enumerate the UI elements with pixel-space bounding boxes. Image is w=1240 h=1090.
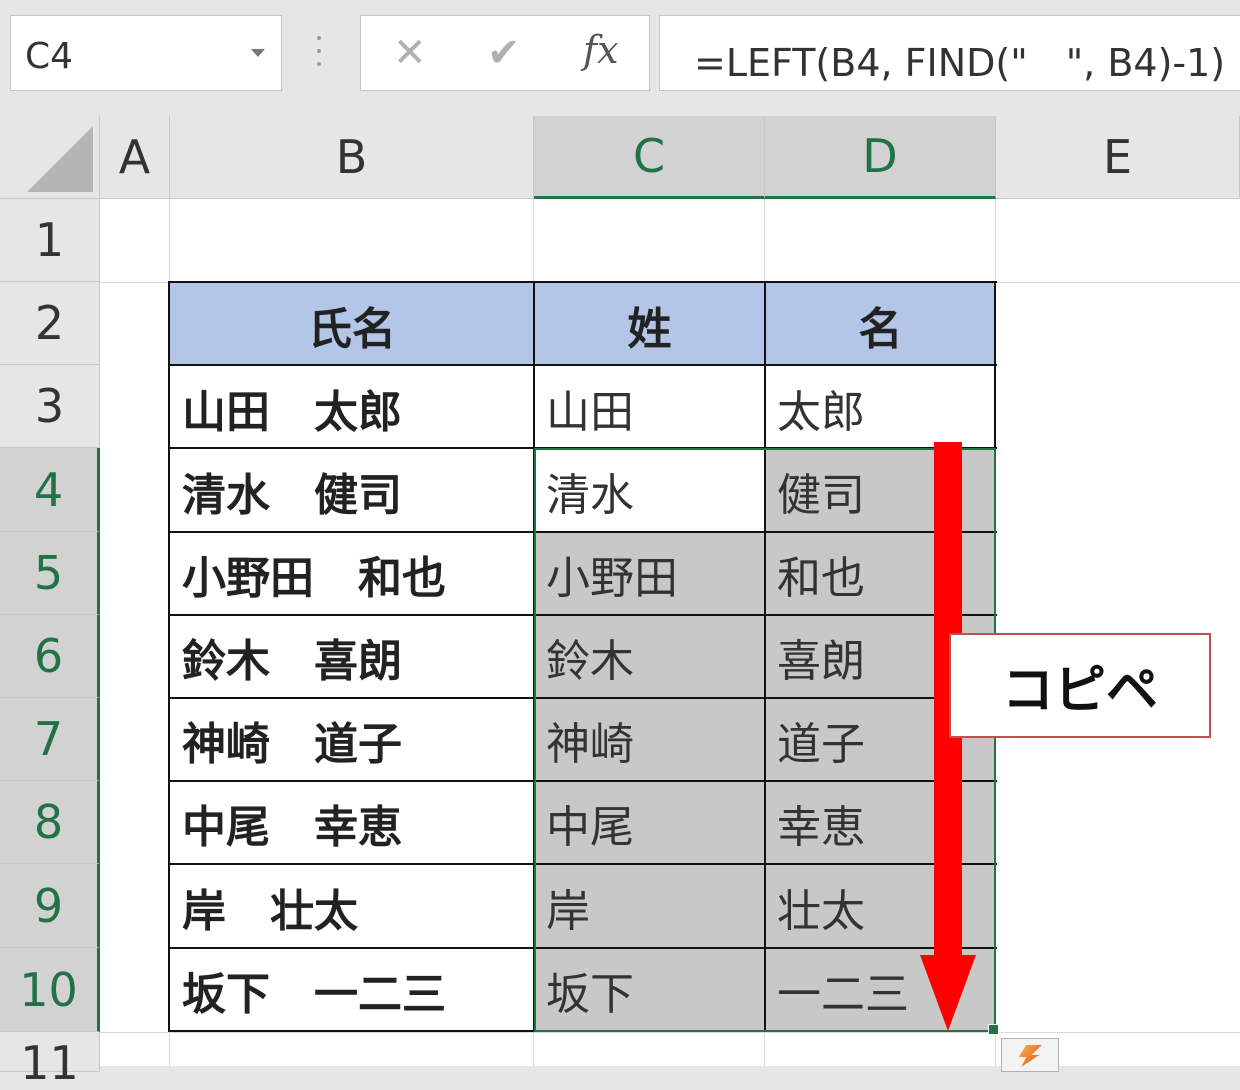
gridline — [100, 1032, 1240, 1033]
name-box[interactable]: C4 — [10, 15, 282, 91]
formula-text: =LEFT(B4, FIND(" ", B4)-1) — [694, 41, 1226, 85]
select-all-icon — [27, 126, 93, 192]
arrow-head-icon — [920, 955, 976, 1031]
selection-range[interactable] — [534, 448, 996, 1032]
cell-firstname[interactable]: 太郎 — [765, 366, 996, 449]
row-header-2[interactable]: 2 — [0, 282, 100, 365]
insert-function-button[interactable]: fx — [583, 28, 619, 72]
row-header-10[interactable]: 10 — [0, 948, 100, 1032]
cancel-icon[interactable]: ✕ — [393, 30, 427, 76]
column-header-d[interactable]: D — [765, 116, 996, 199]
lightning-icon — [1018, 1045, 1042, 1067]
table-header-fullname[interactable]: 氏名 — [170, 283, 534, 366]
table-border — [169, 281, 997, 283]
column-header-a[interactable]: A — [100, 116, 170, 199]
table-header-firstname[interactable]: 名 — [765, 283, 996, 366]
row-header-7[interactable]: 7 — [0, 698, 100, 781]
autofill-options-button[interactable] — [1001, 1038, 1059, 1072]
row-header-6[interactable]: 6 — [0, 615, 100, 698]
row-header-9[interactable]: 9 — [0, 864, 100, 948]
cell-fullname[interactable]: 坂下 一二三 — [170, 948, 534, 1031]
cell-fullname[interactable]: 小野田 和也 — [170, 532, 534, 615]
table-border — [168, 281, 170, 1032]
fill-handle[interactable] — [988, 1024, 999, 1035]
cell-fullname[interactable]: 中尾 幸恵 — [170, 781, 534, 864]
formula-input[interactable]: =LEFT(B4, FIND(" ", B4)-1) — [659, 15, 1240, 91]
table-border — [169, 364, 997, 366]
name-box-value: C4 — [25, 36, 74, 77]
table-border — [994, 281, 996, 449]
row-header-1[interactable]: 1 — [0, 199, 100, 282]
row-header-3[interactable]: 3 — [0, 365, 100, 448]
chevron-down-icon[interactable] — [251, 49, 265, 57]
more-options-icon[interactable] — [309, 36, 329, 72]
cell-lastname[interactable]: 山田 — [534, 366, 765, 449]
formula-controls: ✕ ✔ fx — [360, 15, 650, 91]
column-header-b[interactable]: B — [170, 116, 534, 199]
column-header-c[interactable]: C — [534, 116, 765, 199]
annotation-callout: コピペ — [949, 633, 1211, 738]
cell-fullname[interactable]: 鈴木 喜朗 — [170, 615, 534, 698]
cell-fullname[interactable]: 岸 壮太 — [170, 865, 534, 948]
row-header-8[interactable]: 8 — [0, 781, 100, 864]
cell-fullname[interactable]: 清水 健司 — [170, 449, 534, 532]
cell-fullname[interactable]: 山田 太郎 — [170, 366, 534, 449]
column-header-e[interactable]: E — [996, 116, 1240, 199]
select-all-button[interactable] — [0, 116, 100, 199]
row-header-11[interactable]: 11 — [0, 1032, 100, 1090]
enter-icon[interactable]: ✔ — [487, 30, 521, 76]
row-header-5[interactable]: 5 — [0, 532, 100, 615]
row-header-4[interactable]: 4 — [0, 448, 100, 532]
cell-fullname[interactable]: 神崎 道子 — [170, 698, 534, 781]
table-header-lastname[interactable]: 姓 — [534, 283, 765, 366]
